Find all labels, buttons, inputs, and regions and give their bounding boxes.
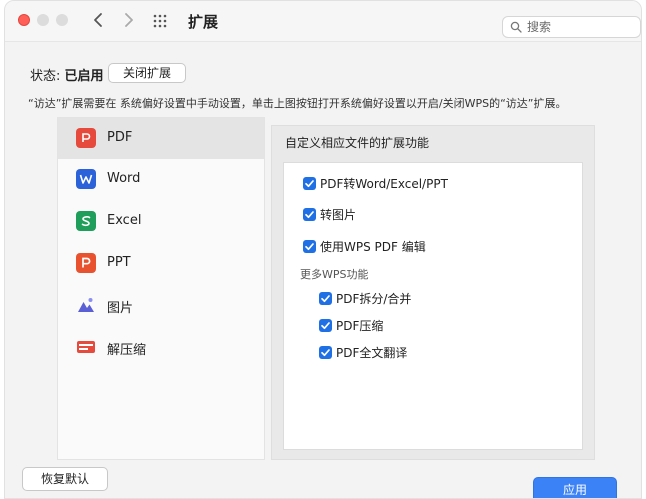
file-type-label: 解压缩 [107, 343, 147, 358]
option-label: PDF全文翻译 [336, 346, 408, 360]
checkbox[interactable] [319, 292, 332, 305]
zoom-window-button[interactable] [56, 14, 68, 26]
check-icon [321, 322, 330, 330]
image-icon [78, 298, 94, 312]
checkbox[interactable] [303, 177, 316, 190]
checkbox[interactable] [319, 346, 332, 359]
search-box[interactable] [502, 16, 641, 38]
description-text: “访达”扩展需要在 系统偏好设置中手动设置，单击上图按钮打开系统偏好设置以开启/… [28, 97, 567, 110]
option-pdf-compress[interactable]: PDF压缩 [319, 317, 383, 334]
options-panel: 自定义相应文件的扩展功能 PDF转Word/Excel/PPT 转图片 使用WP… [271, 125, 595, 460]
checkbox[interactable] [319, 319, 332, 332]
status-value: 已启用 [64, 69, 104, 84]
file-type-item-image[interactable]: 图片 [58, 285, 264, 326]
option-wps-pdf-edit[interactable]: 使用WPS PDF 编辑 [303, 238, 426, 255]
chevron-left-icon [94, 13, 102, 27]
disable-extension-button[interactable]: 关闭扩展 [108, 63, 186, 83]
apply-button[interactable]: 应用 [533, 477, 617, 498]
file-type-label: Excel [107, 213, 142, 228]
check-icon [305, 180, 314, 188]
search-icon [510, 21, 522, 33]
option-label: 转图片 [320, 208, 357, 222]
checkbox[interactable] [303, 208, 316, 221]
back-button[interactable] [88, 9, 110, 31]
title-bar: 扩展 [5, 1, 641, 42]
check-icon [321, 349, 330, 357]
show-all-button[interactable] [153, 13, 167, 28]
check-icon [321, 295, 330, 303]
pdf-icon [76, 128, 96, 148]
search-input[interactable] [527, 19, 635, 35]
option-label: PDF拆分/合并 [336, 292, 412, 306]
option-label: PDF转Word/Excel/PPT [320, 177, 448, 191]
options-title: 自定义相应文件的扩展功能 [285, 136, 430, 150]
check-icon [305, 211, 314, 219]
minimize-window-button[interactable] [37, 14, 49, 26]
option-label: 使用WPS PDF 编辑 [320, 240, 426, 254]
excel-icon [76, 211, 96, 231]
more-wps-heading: 更多WPS功能 [300, 268, 369, 281]
chevron-right-icon [125, 13, 133, 27]
word-icon [76, 169, 96, 189]
close-window-button[interactable] [18, 14, 30, 26]
option-label: PDF压缩 [336, 319, 384, 333]
window-title: 扩展 [188, 13, 219, 31]
option-pdf-translate[interactable]: PDF全文翻译 [319, 344, 407, 361]
file-type-item-ppt[interactable]: PPT [58, 243, 264, 284]
archive-icon [77, 341, 95, 353]
restore-defaults-button[interactable]: 恢复默认 [22, 467, 108, 491]
checkbox[interactable] [303, 240, 316, 253]
file-type-item-word[interactable]: Word [58, 159, 264, 200]
file-type-label: 图片 [107, 301, 134, 316]
extensions-window: 扩展 状态: 已启用 关闭扩展 “访达”扩展需要在 系统偏好设置中手动设置，单击… [4, 0, 642, 499]
file-type-list: PDF Word Excel PPT 图片 解压缩 [57, 117, 265, 460]
file-type-item-archive[interactable]: 解压缩 [58, 327, 264, 368]
file-type-label: Word [107, 171, 141, 186]
options-box: PDF转Word/Excel/PPT 转图片 使用WPS PDF 编辑 更多WP… [283, 162, 583, 450]
status-line: 状态: 已启用 [30, 65, 104, 84]
file-type-item-pdf[interactable]: PDF [58, 118, 264, 159]
grid-icon [153, 14, 167, 28]
status-label: 状态: [30, 69, 61, 84]
file-type-item-excel[interactable]: Excel [58, 201, 264, 242]
check-icon [305, 243, 314, 251]
file-type-label: PDF [107, 130, 133, 145]
option-to-image[interactable]: 转图片 [303, 206, 356, 223]
option-pdf-split-merge[interactable]: PDF拆分/合并 [319, 290, 411, 307]
forward-button[interactable] [117, 9, 139, 31]
option-pdf-convert[interactable]: PDF转Word/Excel/PPT [303, 175, 448, 192]
ppt-icon [76, 253, 96, 273]
file-type-label: PPT [107, 255, 131, 270]
